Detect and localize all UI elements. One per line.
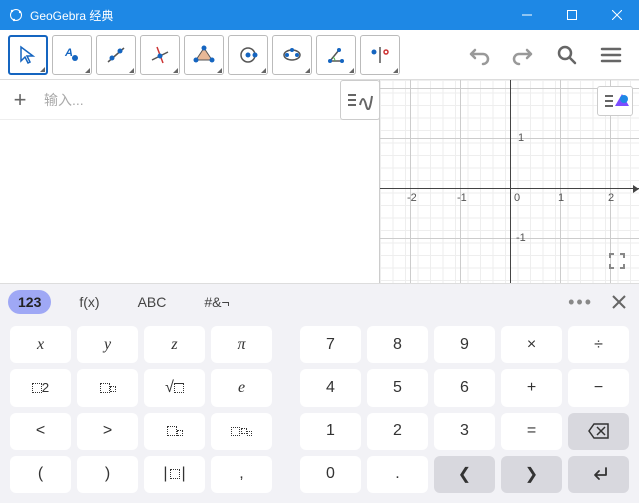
minimize-button[interactable]	[504, 0, 549, 30]
tool-point[interactable]: A	[52, 35, 92, 75]
key-multiply[interactable]: ×	[501, 326, 562, 363]
key-square[interactable]: 2	[10, 369, 71, 406]
keyboard-more-button[interactable]: •••	[568, 292, 593, 313]
tool-perpendicular[interactable]	[140, 35, 180, 75]
key-minus[interactable]: −	[568, 369, 629, 406]
key-equals[interactable]: =	[501, 413, 562, 450]
x-tick: 0	[514, 192, 520, 204]
input-row: + 输入...	[0, 80, 379, 120]
tab-123[interactable]: 123	[8, 290, 51, 314]
key-dot[interactable]: .	[367, 456, 428, 493]
key-z[interactable]: z	[144, 326, 205, 363]
title-bar: GeoGebra 经典	[0, 0, 639, 30]
key-sqrt[interactable]: √	[144, 369, 205, 406]
key-7[interactable]: 7	[300, 326, 361, 363]
key-comma[interactable]: ,	[211, 456, 272, 493]
tab-abc[interactable]: ABC	[128, 290, 177, 314]
graphics-view[interactable]: -2 -1 0 1 2 1 -1	[380, 80, 639, 283]
key-backspace[interactable]	[568, 413, 629, 450]
menu-button[interactable]	[591, 35, 631, 75]
algebra-view: + 输入...	[0, 80, 380, 283]
tab-symbols[interactable]: #&¬	[194, 290, 239, 314]
app-logo-icon	[8, 7, 24, 23]
search-button[interactable]	[547, 35, 587, 75]
key-abs[interactable]: ||	[144, 456, 205, 493]
close-button[interactable]	[594, 0, 639, 30]
maximize-button[interactable]	[549, 0, 594, 30]
key-4[interactable]: 4	[300, 369, 361, 406]
tool-move[interactable]	[8, 35, 48, 75]
toolbar: A	[0, 30, 639, 80]
key-left[interactable]: ❮	[434, 456, 495, 493]
tool-polygon[interactable]	[184, 35, 224, 75]
tool-line[interactable]	[96, 35, 136, 75]
x-tick: 1	[558, 192, 564, 204]
keyboard-tabs: 123 f(x) ABC #&¬ •••	[0, 284, 639, 320]
key-0[interactable]: 0	[300, 456, 361, 493]
key-pi[interactable]: π	[211, 326, 272, 363]
x-tick: -1	[457, 192, 467, 204]
key-lt[interactable]: <	[10, 413, 71, 450]
key-2[interactable]: 2	[367, 413, 428, 450]
key-6[interactable]: 6	[434, 369, 495, 406]
x-tick: 2	[608, 192, 614, 204]
y-axis	[510, 80, 511, 283]
key-x[interactable]: x	[10, 326, 71, 363]
key-5[interactable]: 5	[367, 369, 428, 406]
key-enter[interactable]	[568, 456, 629, 493]
tab-fx[interactable]: f(x)	[69, 290, 109, 314]
algebra-view-options[interactable]	[340, 80, 380, 120]
tool-circle[interactable]	[228, 35, 268, 75]
key-power[interactable]	[77, 369, 138, 406]
key-1[interactable]: 1	[300, 413, 361, 450]
key-right[interactable]: ❯	[501, 456, 562, 493]
add-icon: +	[0, 87, 40, 113]
y-tick: 1	[518, 132, 524, 144]
tool-reflect[interactable]	[360, 35, 400, 75]
key-divide[interactable]: ÷	[568, 326, 629, 363]
x-axis-arrow-icon	[633, 185, 639, 193]
key-y[interactable]: y	[77, 326, 138, 363]
tool-ellipse[interactable]	[272, 35, 312, 75]
key-gte[interactable]	[211, 413, 272, 450]
keyboard-close-button[interactable]	[611, 294, 631, 310]
keyboard-grid: x y z π 7 8 9 × ÷ 2 √ e 4 5 6 + − < > 1 …	[0, 320, 639, 503]
algebra-input[interactable]: 输入...	[40, 90, 379, 110]
graphics-style-button[interactable]	[597, 86, 633, 116]
virtual-keyboard: 123 f(x) ABC #&¬ ••• x y z π 7 8 9 × ÷ 2…	[0, 283, 639, 503]
key-3[interactable]: 3	[434, 413, 495, 450]
key-e[interactable]: e	[211, 369, 272, 406]
key-gt[interactable]: >	[77, 413, 138, 450]
window-title: GeoGebra 经典	[30, 7, 504, 24]
fullscreen-button[interactable]	[603, 247, 631, 275]
redo-button[interactable]	[503, 35, 543, 75]
undo-button[interactable]	[459, 35, 499, 75]
y-tick: -1	[516, 232, 526, 244]
key-lparen[interactable]: (	[10, 456, 71, 493]
key-9[interactable]: 9	[434, 326, 495, 363]
tool-angle[interactable]	[316, 35, 356, 75]
key-plus[interactable]: +	[501, 369, 562, 406]
main-area: + 输入... -2 -1 0 1 2 1 -1	[0, 80, 639, 283]
svg-text:A: A	[64, 47, 73, 59]
key-lte[interactable]	[144, 413, 205, 450]
x-tick: -2	[407, 192, 417, 204]
key-8[interactable]: 8	[367, 326, 428, 363]
key-rparen[interactable]: )	[77, 456, 138, 493]
